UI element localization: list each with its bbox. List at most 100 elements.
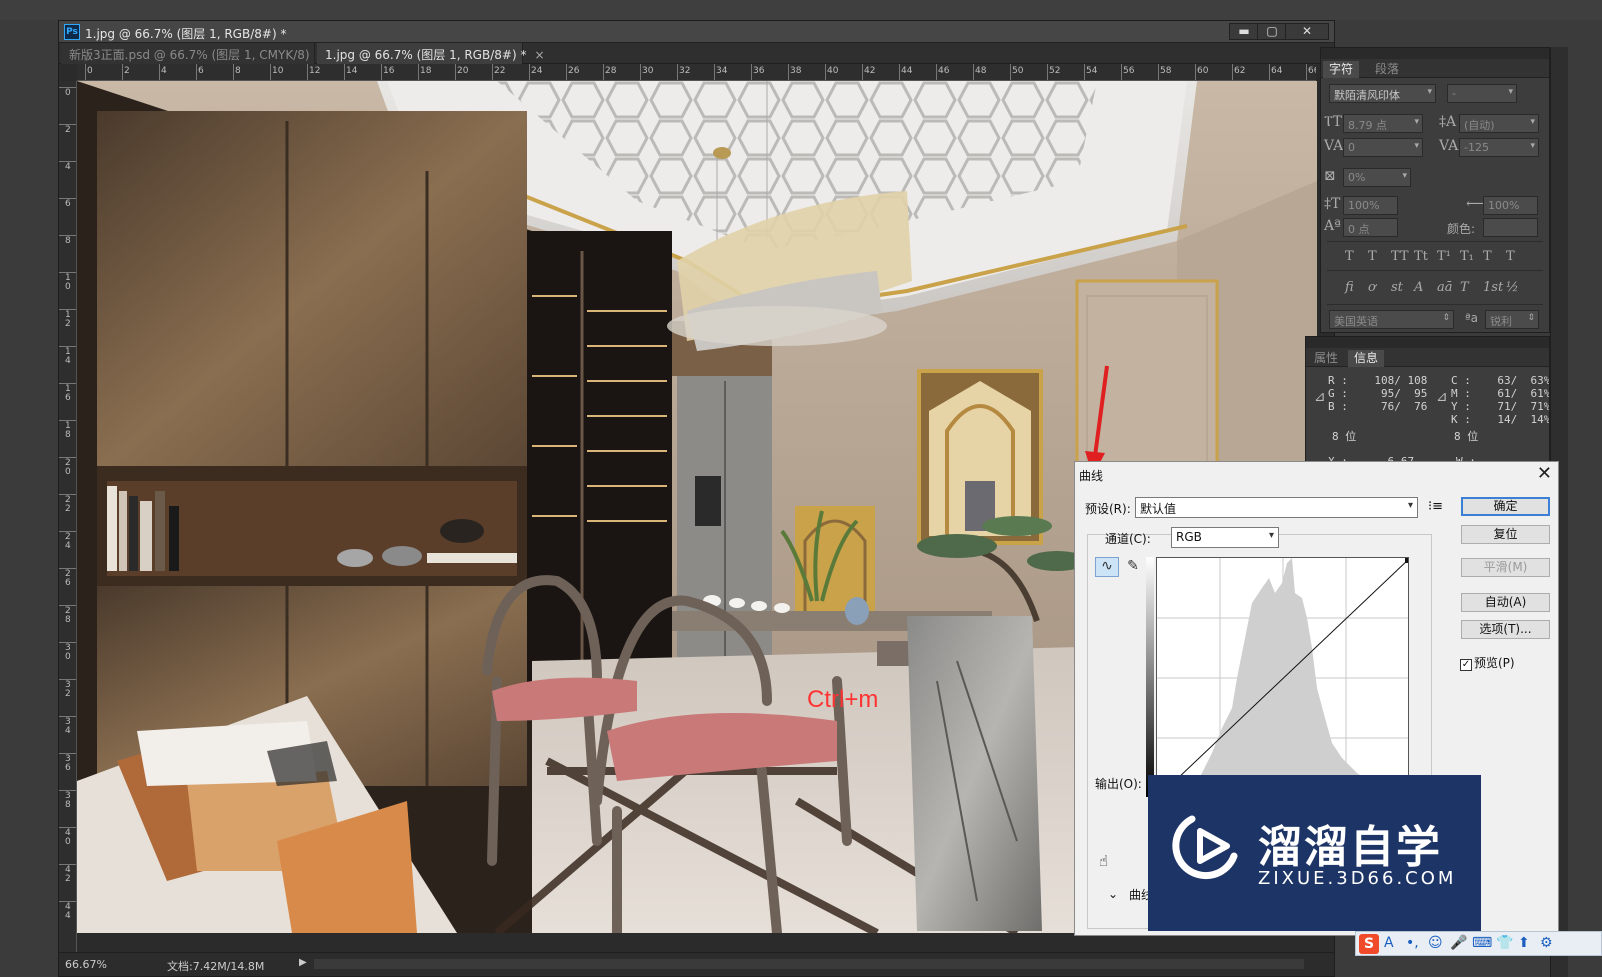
ruler-label: 10 [272, 66, 284, 76]
type-style-button[interactable]: T [1345, 249, 1354, 264]
opentype-button[interactable]: 1st [1483, 280, 1503, 295]
horizontal-scale-value: 100% [1488, 199, 1520, 212]
type-style-button[interactable]: T₁ [1460, 249, 1474, 264]
opentype-button[interactable]: ½ [1506, 280, 1519, 295]
window-titlebar[interactable]: Ps 1.jpg @ 66.7% (图层 1, RGB/8#) * ▬ ▢ ✕ [59, 21, 1334, 43]
smooth-button[interactable]: 平滑(M) [1461, 558, 1550, 577]
curve-graph[interactable] [1156, 557, 1409, 797]
color-label: 颜色: [1447, 222, 1476, 236]
opentype-button[interactable]: aā [1437, 280, 1453, 295]
opentype-button[interactable]: ơ [1368, 280, 1376, 295]
hand-target-icon[interactable]: ☝ [1099, 852, 1108, 870]
ruler-label: 2 [65, 125, 71, 135]
tsume-field[interactable]: 0% ▾ [1343, 168, 1411, 187]
tab-paragraph[interactable]: 段落 [1369, 61, 1405, 78]
ruler-label: 54 [1086, 66, 1098, 76]
ruler-label: 22 [494, 66, 506, 76]
type-style-button[interactable]: T [1483, 249, 1492, 264]
panel-header[interactable] [1306, 337, 1549, 348]
maximize-button[interactable]: ▢ [1257, 23, 1287, 40]
kerning-field[interactable]: 0 ▾ [1343, 138, 1423, 157]
ruler-label: 16 [65, 384, 71, 403]
pencil-tool-icon[interactable]: ✎ [1121, 557, 1145, 577]
leading-icon: ‡A [1439, 114, 1457, 130]
status-menu-arrow-icon[interactable]: ▶ [299, 957, 307, 968]
zoom-level[interactable]: 66.67% [65, 958, 107, 971]
sogou-ime-icon[interactable]: S [1359, 934, 1379, 954]
font-size-field[interactable]: 8.79 点 ▾ [1343, 114, 1423, 133]
emoji-icon[interactable]: ☺ [1428, 935, 1443, 951]
ruler-label: 4 [161, 66, 167, 76]
preset-select[interactable]: 默认值 ▾ [1135, 497, 1418, 518]
vertical-scale-field[interactable]: 100% [1343, 196, 1398, 215]
ruler-label: 16 [383, 66, 395, 76]
horizontal-scale-field[interactable]: 100% [1483, 196, 1538, 215]
antialias-select[interactable]: 锐利 ⇕ [1485, 310, 1539, 329]
settings-icon[interactable]: ⚙ [1540, 935, 1553, 951]
ruler-tick [122, 64, 123, 80]
close-icon[interactable]: ✕ [1537, 463, 1552, 484]
type-style-button[interactable]: T [1368, 249, 1377, 264]
ruler-tick [936, 64, 937, 80]
tab-character[interactable]: 字符 [1323, 61, 1360, 78]
preset-value: 默认值 [1140, 502, 1177, 516]
ruler-tick [862, 64, 863, 80]
curve-point-tool-icon[interactable]: ∿ [1095, 557, 1119, 577]
reset-button[interactable]: 复位 [1461, 525, 1550, 544]
ruler-label: 66 [1308, 66, 1316, 76]
tab-properties[interactable]: 属性 [1308, 350, 1344, 367]
ruler-label: 18 [65, 421, 71, 440]
type-style-button[interactable]: T [1506, 249, 1515, 264]
ruler-tick [1158, 64, 1159, 80]
skin-icon[interactable]: 👕 [1496, 935, 1513, 951]
tab-close-icon[interactable]: × [534, 48, 544, 62]
channel-value: RGB [1176, 530, 1202, 544]
preview-checkbox[interactable]: ✓ 预览(P) [1460, 654, 1515, 671]
horizontal-ruler[interactable]: 0 2 4 6 8 10 12 14 16 18 20 22 24 26 28 30 32 34 36 38 40 42 4… [77, 64, 1316, 81]
font-family-select[interactable]: 默陌清风印体 ▾ [1329, 84, 1436, 103]
ruler-label: 28 [605, 66, 617, 76]
minimize-button[interactable]: ▬ [1229, 23, 1259, 40]
expand-chevron-icon[interactable]: ⌄ [1108, 887, 1118, 901]
opentype-button[interactable]: T [1460, 280, 1469, 295]
ruler-tick [1232, 64, 1233, 80]
ok-button[interactable]: 确定 [1461, 497, 1550, 516]
tab-document-psd[interactable]: 新版3正面.psd @ 66.7% (图层 1, CMYK/8)× [61, 43, 328, 64]
tracking-field[interactable]: -125 ▾ [1459, 138, 1539, 157]
keyboard-icon[interactable]: ⌨ [1472, 935, 1492, 951]
options-button[interactable]: 选项(T)... [1461, 620, 1550, 639]
language-select[interactable]: 美国英语 ⇕ [1329, 310, 1454, 329]
ruler-label: 42 [864, 66, 876, 76]
ruler-label: 24 [531, 66, 543, 76]
ruler-tick [85, 64, 86, 80]
opentype-button[interactable]: st [1391, 280, 1403, 295]
panel-header[interactable] [1321, 48, 1549, 59]
auto-button[interactable]: 自动(A) [1461, 593, 1550, 612]
opentype-button[interactable]: A [1414, 280, 1423, 295]
vertical-ruler[interactable]: 0 2 4 6 8 10 12 14 16 18 20 22 24 26 28 30 32 34 36 38 40 42 4… [59, 81, 77, 952]
opentype-button[interactable]: fi [1345, 280, 1354, 295]
ruler-label: 32 [65, 680, 71, 699]
punctuation-icon[interactable]: •, [1406, 935, 1419, 951]
antialias-icon: ªa [1465, 311, 1479, 325]
font-mode-icon[interactable]: A [1384, 935, 1394, 951]
close-button[interactable]: ✕ [1285, 23, 1329, 40]
leading-field[interactable]: (自动) ▾ [1459, 114, 1539, 133]
ruler-tick [825, 64, 826, 80]
channel-select[interactable]: RGB ▾ [1171, 527, 1279, 548]
eyedropper-icon[interactable]: ⊿ [1436, 389, 1448, 405]
horizontal-scrollbar[interactable] [314, 959, 1304, 969]
type-style-button[interactable]: T¹ [1437, 249, 1451, 264]
type-style-button[interactable]: TT [1391, 249, 1409, 264]
preset-options-icon[interactable]: ⁝≡ [1428, 499, 1443, 514]
color-swatch[interactable] [1483, 218, 1538, 237]
microphone-icon[interactable]: 🎤 [1450, 935, 1467, 951]
type-style-button[interactable]: Tt [1414, 249, 1428, 264]
upload-icon[interactable]: ⬆ [1518, 935, 1530, 951]
baseline-shift-field[interactable]: 0 点 [1343, 218, 1398, 237]
font-style-select[interactable]: - ▾ [1447, 84, 1517, 103]
dialog-title: 曲线 [1079, 469, 1104, 483]
tab-info[interactable]: 信息 [1348, 350, 1385, 367]
eyedropper-icon[interactable]: ⊿ [1314, 389, 1326, 405]
tab-document-jpg[interactable]: 1.jpg @ 66.7% (图层 1, RGB/8#) * × [317, 43, 545, 64]
